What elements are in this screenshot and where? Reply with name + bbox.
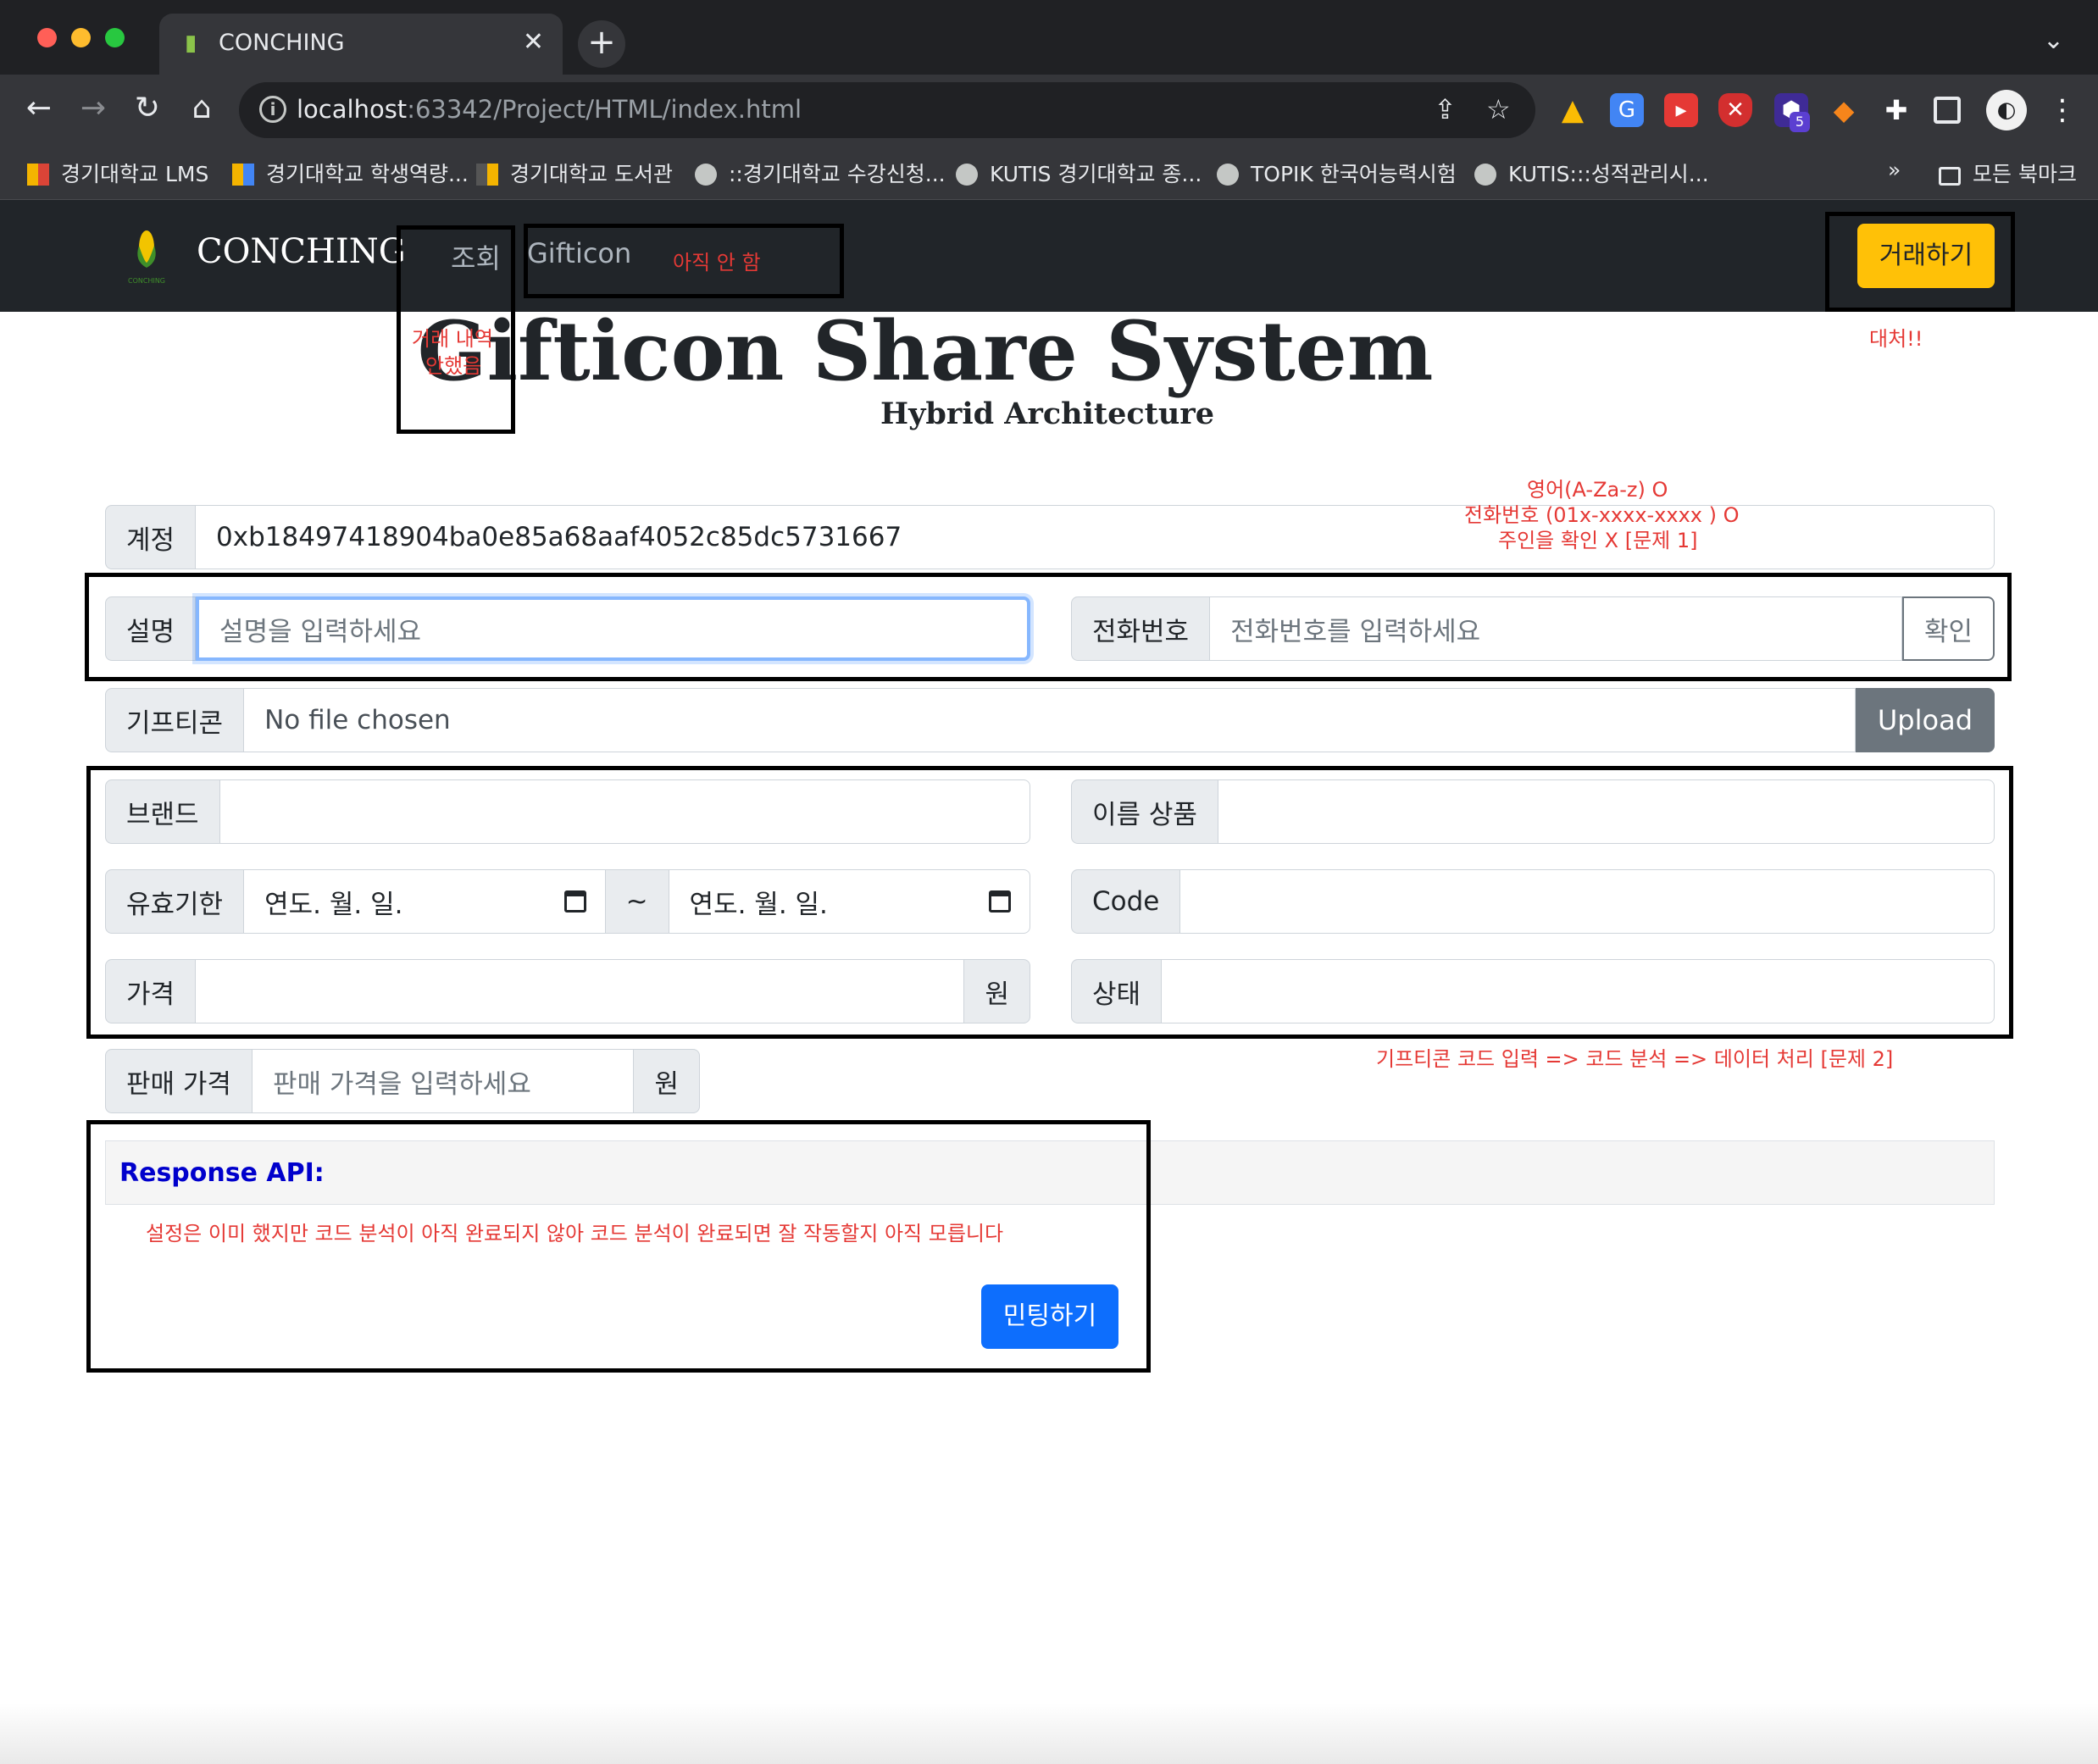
account-label: 계정 [105, 505, 197, 569]
file-input[interactable]: No file chosen [244, 688, 1856, 752]
bookmark-star-icon[interactable]: ☆ [1486, 93, 1511, 125]
note-not-done: 아직 안 함 [673, 251, 761, 275]
annotation-box-product-fields [86, 766, 2013, 1039]
note-trade-history-1: 거래 내역 [412, 327, 493, 351]
url-text: localhost:63342/Project/HTML/index.html [297, 95, 802, 124]
bookmark-item[interactable]: 경기대학교 도서관 [476, 158, 673, 188]
folder-icon [1939, 167, 1961, 186]
site-info-icon[interactable]: i [259, 96, 286, 123]
note-validation-1: 영어(A-Za-z) O [1527, 478, 1668, 502]
page-navbar: CONCHING CONCHING 조회 Gifticon 거래하기 [0, 200, 2098, 312]
maximize-window-button[interactable] [105, 28, 125, 47]
sale-price-input[interactable]: 판매 가격을 입력하세요 [252, 1049, 635, 1113]
minimize-window-button[interactable] [71, 28, 91, 47]
close-window-button[interactable] [37, 28, 57, 47]
browser-tab-bar: ▮ CONCHING ✕ + ⌄ [0, 0, 2098, 75]
bookmark-item[interactable]: ::경기대학교 수강신청... [695, 158, 946, 188]
globe-icon [1217, 164, 1239, 186]
won-unit: 원 [634, 1049, 700, 1113]
note-validation-3: 주인을 확인 X [문제 1] [1498, 529, 1698, 552]
note-replace: 대처!! [1869, 327, 1923, 351]
metamask-fox-icon[interactable]: ◆ [1827, 93, 1861, 127]
upload-button[interactable]: Upload [1855, 688, 1995, 752]
home-icon[interactable]: ⌂ [180, 86, 224, 130]
bookmark-favicon-icon [232, 164, 254, 186]
translate-extension-icon[interactable]: G [1610, 93, 1644, 127]
close-tab-icon[interactable]: ✕ [523, 27, 544, 57]
bookmark-item[interactable]: 경기대학교 LMS [27, 158, 208, 188]
bookmarks-overflow-button[interactable]: » [1888, 158, 1901, 182]
profile-avatar[interactable]: ◐ [1986, 90, 2027, 130]
bookmark-favicon-icon [27, 164, 49, 186]
brand-name[interactable]: CONCHING [197, 232, 406, 271]
bookmark-item[interactable]: TOPIK 한국어능력시험 [1217, 158, 1457, 188]
extensions-puzzle-icon[interactable]: ✚ [1879, 93, 1913, 127]
page-title: Gifticon Share System [417, 303, 1434, 399]
annotation-box-trade [1825, 212, 2015, 312]
globe-icon [1474, 164, 1496, 186]
tab-search-chevron-icon[interactable]: ⌄ [2043, 25, 2064, 55]
globe-icon [956, 164, 978, 186]
address-bar[interactable]: i localhost:63342/Project/HTML/index.htm… [239, 82, 1535, 138]
bookmarks-bar: 경기대학교 LMS 경기대학교 학생역량... 경기대학교 도서관 ::경기대학… [0, 146, 2098, 200]
back-arrow-icon[interactable]: ← [17, 86, 61, 130]
bookmark-item[interactable]: KUTIS 경기대학교 종... [956, 158, 1202, 188]
window-bottom-shadow [0, 1703, 2098, 1764]
corn-logo-icon[interactable]: CONCHING [119, 227, 175, 286]
share-icon[interactable]: ⇪ [1434, 93, 1457, 125]
side-panel-icon[interactable] [1934, 97, 1961, 124]
page-subtitle: Hybrid Architecture [880, 397, 1214, 431]
all-bookmarks-folder[interactable]: 모든 북마크 [1939, 158, 2077, 188]
bookmark-item[interactable]: KUTIS:::성적관리시... [1474, 158, 1709, 188]
reload-icon[interactable]: ↻ [125, 86, 169, 130]
note-minting: 설정은 이미 했지만 코드 분석이 아직 완료되지 않아 코드 분석이 완료되면… [146, 1222, 1004, 1245]
sale-price-label: 판매 가격 [105, 1049, 253, 1113]
corn-icon: ▮ [185, 31, 197, 56]
menu-kebab-icon[interactable]: ⋮ [2045, 93, 2079, 127]
new-tab-button[interactable]: + [578, 20, 625, 68]
tab-title: CONCHING [219, 30, 345, 56]
browser-toolbar: ← → ↻ ⌂ i localhost:63342/Project/HTML/i… [0, 75, 2098, 146]
browser-tab[interactable]: ▮ CONCHING ✕ [159, 14, 563, 75]
adblock-shield-extension-icon[interactable]: ✕ [1718, 93, 1752, 127]
annotation-box-description-phone [85, 573, 2012, 681]
note-code-flow: 기프티콘 코드 입력 => 코드 분석 => 데이터 처리 [문제 2] [1376, 1047, 1894, 1071]
logo-caption: CONCHING [128, 277, 165, 285]
note-trade-history-2: 안했음 [425, 354, 482, 378]
gifticon-upload-group: 기프티콘 No file chosen Upload [105, 688, 1995, 752]
sale-price-group: 판매 가격 판매 가격을 입력하세요 원 [105, 1049, 700, 1113]
gifticon-label: 기프티콘 [105, 688, 245, 752]
google-drive-extension-icon[interactable]: ▲ [1556, 93, 1590, 127]
globe-icon [695, 164, 717, 186]
note-validation-2: 전화번호 (01x-xxxx-xxxx ) O [1464, 503, 1740, 527]
extension-badge: 5 [1790, 112, 1810, 132]
forward-arrow-icon[interactable]: → [71, 86, 115, 130]
bookmark-favicon-icon [476, 164, 498, 186]
video-speed-extension-icon[interactable]: ▸ [1664, 93, 1698, 127]
bookmark-item[interactable]: 경기대학교 학생역량... [232, 158, 469, 188]
